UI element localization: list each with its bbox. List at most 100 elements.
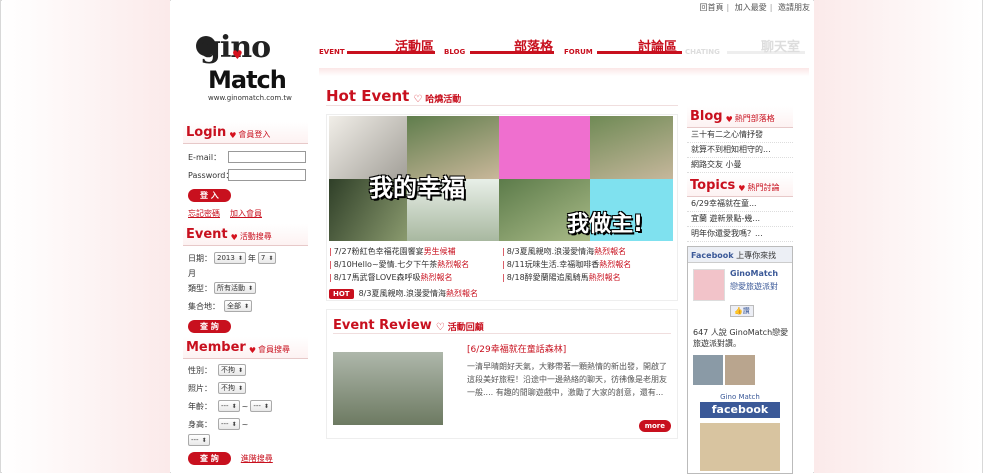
- height-row: 身高： --- ⬍ ~: [183, 415, 308, 433]
- topic-item[interactable]: 6/29幸福就在童...: [687, 197, 793, 212]
- review-photo[interactable]: [333, 352, 443, 425]
- blog-item[interactable]: 網路交友 小曼: [687, 158, 793, 173]
- year-value: 2013: [217, 254, 235, 262]
- updown-icon: ⬍: [231, 402, 237, 410]
- invite-friends-link[interactable]: 邀請朋友: [778, 3, 810, 12]
- nav-underline: [319, 68, 809, 76]
- nav-chat[interactable]: CHATING 聊天室: [685, 36, 809, 66]
- age-to-select[interactable]: --- ⬍: [250, 400, 272, 412]
- banner-text-2: 我做主!: [567, 212, 644, 237]
- password-label: Password：: [188, 170, 234, 180]
- type-select[interactable]: 所有活動 ⬍: [214, 282, 257, 294]
- photo-select[interactable]: 不拘 ⬍: [218, 382, 247, 394]
- facebook-logo[interactable]: facebook: [700, 402, 780, 418]
- forgot-password-link[interactable]: 忘記密碼: [188, 208, 220, 219]
- hot-line[interactable]: HOT 8/3夏風親吻.浪漫愛情海 熱烈報名: [329, 288, 675, 299]
- date-row: 日期： 2013 ⬍ 年 7 ⬍: [183, 249, 308, 267]
- login-links-row: 忘記密碼 加入會員: [183, 204, 308, 222]
- topics-title: Topics: [690, 178, 736, 193]
- height-from-value: ---: [221, 420, 229, 428]
- more-button[interactable]: more: [638, 420, 671, 432]
- height-range-sep: ~: [241, 419, 249, 429]
- review-article-title[interactable]: [6/29幸福就在童話森林]: [467, 342, 566, 355]
- email-field[interactable]: [228, 151, 306, 163]
- event-status: 熱烈報名: [594, 247, 627, 256]
- event-text: 8/3夏風親吻.浪漫愛情海: [506, 247, 595, 256]
- facebook-like-button[interactable]: 👍讚: [730, 305, 754, 317]
- fan-avatar[interactable]: [693, 355, 723, 385]
- event-list: | 7/27粉紅色幸福花園饗宴男生候補 | 8/3夏風親吻.浪漫愛情海熱烈報名 | 8…: [329, 245, 675, 284]
- like-label: 讚: [742, 307, 750, 315]
- event-search-button[interactable]: 查 詢: [188, 319, 231, 333]
- place-select[interactable]: 全部 ⬍: [224, 300, 253, 312]
- review-title: Event Review: [333, 318, 432, 333]
- updown-icon: ⬍: [268, 254, 274, 262]
- password-field[interactable]: [228, 169, 306, 181]
- event-text: 8/18醉愛蘭陽追風騎馬: [506, 273, 589, 282]
- facebook-brand: Facebook: [691, 251, 734, 260]
- hot-event-subtitle: 哈燒活動: [425, 95, 462, 105]
- member-search-title: Member: [186, 340, 246, 355]
- member-search-button[interactable]: 查 詢: [188, 451, 231, 465]
- event-item[interactable]: | 7/27粉紅色幸福花園饗宴男生候補: [329, 245, 502, 258]
- month-select[interactable]: 7 ⬍: [257, 252, 277, 264]
- topic-item[interactable]: 宜蘭 遊新景點-幾...: [687, 212, 793, 227]
- login-button[interactable]: 登 入: [188, 188, 231, 202]
- event-search-title: Event: [186, 227, 228, 242]
- facebook-page-avatar[interactable]: [693, 269, 725, 301]
- gender-select[interactable]: 不拘 ⬍: [218, 364, 247, 376]
- age-from-value: ---: [221, 402, 229, 410]
- home-link[interactable]: 回首頁: [700, 3, 724, 12]
- event-text: 8/10Hello~愛情.七夕下午茶: [333, 260, 438, 269]
- blog-item[interactable]: 就算不到相知相守的...: [687, 143, 793, 158]
- age-range-sep: ~: [241, 401, 249, 411]
- updown-icon: ⬍: [201, 436, 207, 444]
- facebook-footer-image[interactable]: [700, 423, 780, 471]
- age-to-value: ---: [253, 402, 261, 410]
- age-label: 年齡：: [188, 401, 212, 411]
- height-from-select[interactable]: --- ⬍: [218, 418, 240, 430]
- event-item[interactable]: | 8/18醉愛蘭陽追風騎馬熱烈報名: [502, 271, 675, 284]
- add-favorite-link[interactable]: 加入最愛: [735, 3, 767, 12]
- nav-blog-en: BLOG: [444, 48, 466, 56]
- year-select[interactable]: 2013 ⬍: [214, 252, 246, 264]
- email-label: E-mail：: [188, 152, 222, 162]
- fan-avatar[interactable]: [725, 355, 755, 385]
- logo-url: www.ginomatch.com.tw: [208, 94, 292, 102]
- place-value: 全部: [227, 302, 241, 310]
- review-article-text: 一清早晴朗好天氣，大夥帶著一顆熱情的新出發，開啟了這段美好旅程！沿途中一邊熱絡的…: [467, 362, 667, 397]
- logo[interactable]: gino ♥ Match www.ginomatch.com.tw: [196, 30, 296, 110]
- nav-event[interactable]: EVENT 活動區: [319, 36, 437, 66]
- place-label: 集合地：: [188, 301, 220, 311]
- age-from-select[interactable]: --- ⬍: [218, 400, 240, 412]
- event-item[interactable]: | 8/3夏風親吻.浪漫愛情海熱烈報名: [502, 245, 675, 258]
- advanced-search-link[interactable]: 進階搜尋: [241, 453, 273, 464]
- facebook-widget: Facebook 上專你來找 GinoMatch 戀愛旅遊派對 👍讚 647 人…: [687, 246, 793, 474]
- nav-forum[interactable]: FORUM 討論區: [564, 36, 684, 66]
- register-link[interactable]: 加入會員: [230, 208, 262, 219]
- updown-icon: ⬍: [238, 384, 244, 392]
- hot-event-banner[interactable]: 我的幸福 我做主!: [329, 116, 673, 241]
- event-search-header: Event ♥ 活動搜尋: [183, 224, 308, 246]
- event-item[interactable]: | 8/17馬武督LOVE森呼吸熱烈報名: [329, 271, 502, 284]
- height-to-select[interactable]: --- ⬍: [188, 434, 210, 446]
- topic-item[interactable]: 明年你還愛我嗎？...: [687, 227, 793, 242]
- heart-icon: ♡: [435, 322, 445, 333]
- photo-label: 照片：: [188, 383, 212, 393]
- event-item[interactable]: | 8/10Hello~愛情.七夕下午茶熱烈報名: [329, 258, 502, 271]
- event-item[interactable]: | 8/11玩味生活.幸福咖啡香熱烈報名: [502, 258, 675, 271]
- password-row: Password：: [183, 166, 308, 184]
- member-search-button-row: 查 詢 進階搜尋: [183, 449, 308, 467]
- photo-value: 不拘: [221, 384, 235, 392]
- nav-blog[interactable]: BLOG 部落格: [444, 36, 556, 66]
- member-search-subtitle: 會員搜尋: [258, 345, 291, 354]
- hot-text: 8/3夏風親吻.浪漫愛情海: [358, 289, 447, 298]
- event-status: 熱烈報名: [437, 260, 470, 269]
- facebook-header-text: 上專你來找: [736, 251, 777, 260]
- hot-event-header: Hot Event ♡ 哈燒活動: [326, 82, 678, 106]
- blog-item[interactable]: 三十有二之心情抒發: [687, 128, 793, 143]
- month-unit: 月: [188, 268, 196, 278]
- banner-photo: [590, 116, 673, 179]
- event-text: 8/11玩味生活.幸福咖啡香: [506, 260, 600, 269]
- facebook-page-name[interactable]: GinoMatch: [730, 269, 778, 278]
